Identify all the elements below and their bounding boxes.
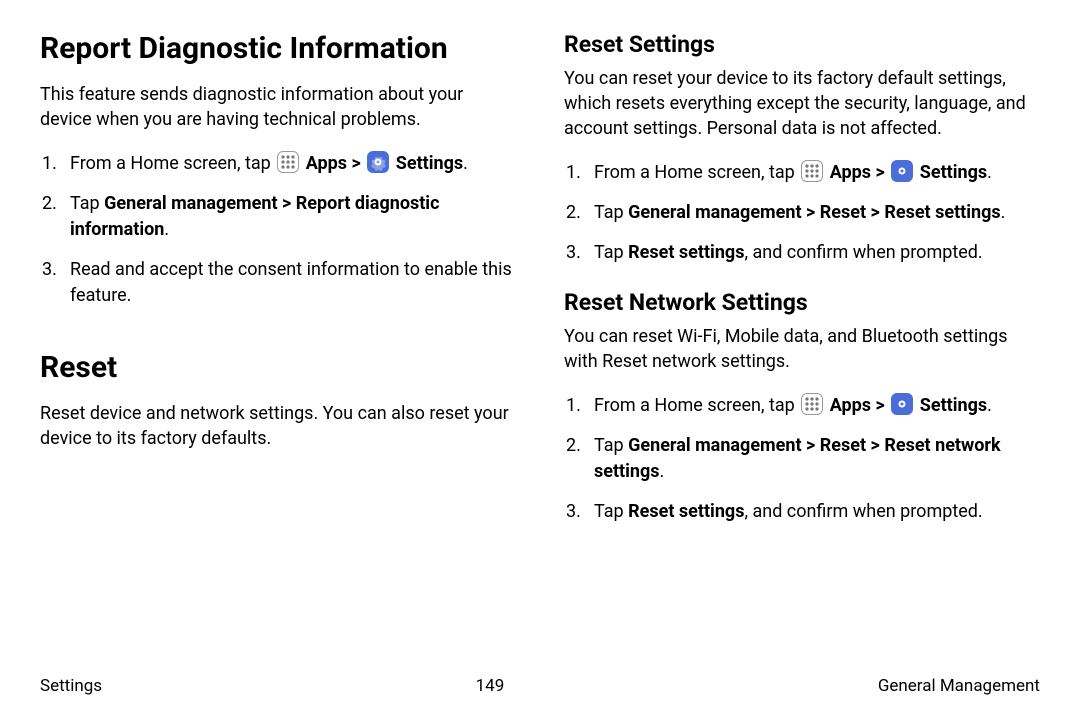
steps-report-diagnostic: From a Home screen, tap Apps > Settings.… (40, 151, 516, 309)
step-text: , and confirm when prompted. (744, 242, 982, 263)
footer-section: Settings (40, 676, 102, 696)
step-text: Tap (594, 435, 628, 456)
step-item: Tap General management > Reset > Reset s… (564, 200, 1040, 226)
step-bold: General management > Reset > Reset netwo… (594, 435, 1001, 482)
heading-reset: Reset (40, 351, 516, 384)
step-bold: Apps (830, 395, 871, 416)
paragraph: Reset device and network settings. You c… (40, 402, 516, 452)
step-text: Tap (70, 193, 104, 214)
step-item: Tap Reset settings, and confirm when pro… (564, 499, 1040, 525)
steps-reset-settings: From a Home screen, tap Apps > Settings.… (564, 160, 1040, 266)
step-bold: Settings (920, 395, 987, 416)
step-text: Tap (594, 242, 628, 263)
paragraph: This feature sends diagnostic informatio… (40, 83, 516, 133)
settings-icon (367, 151, 389, 173)
step-text: From a Home screen, tap (594, 162, 799, 183)
right-column: Reset Settings You can reset your device… (564, 32, 1040, 549)
apps-icon (801, 393, 823, 415)
paragraph: You can reset your device to its factory… (564, 67, 1040, 141)
settings-icon (891, 393, 913, 415)
step-bold: Apps (306, 153, 347, 174)
two-column-layout: Report Diagnostic Information This featu… (40, 32, 1040, 549)
step-item: From a Home screen, tap Apps > Settings. (564, 393, 1040, 419)
apps-icon (801, 160, 823, 182)
step-item: Tap General management > Reset > Reset n… (564, 433, 1040, 485)
step-bold: Settings (396, 153, 463, 174)
step-separator: > (347, 153, 365, 174)
step-text: . (660, 461, 665, 482)
step-bold: General management > Report diagnostic i… (70, 193, 439, 240)
step-bold: General management > Reset > Reset setti… (628, 202, 1001, 223)
step-bold: Settings (920, 162, 987, 183)
step-text: , and confirm when prompted. (744, 501, 982, 522)
step-text: . (987, 162, 992, 183)
step-text: . (987, 395, 992, 416)
step-text: . (463, 153, 468, 174)
step-text: . (1001, 202, 1006, 223)
heading-reset-network: Reset Network Settings (564, 290, 1040, 315)
page-footer: Settings 149 General Management (40, 676, 1040, 696)
left-column: Report Diagnostic Information This featu… (40, 32, 516, 549)
step-bold: Reset settings (628, 501, 744, 522)
step-text: From a Home screen, tap (594, 395, 799, 416)
heading-reset-settings: Reset Settings (564, 32, 1040, 57)
step-item: Tap Reset settings, and confirm when pro… (564, 240, 1040, 266)
step-item: Tap General management > Report diagnost… (40, 191, 516, 243)
step-item: Read and accept the consent information … (40, 257, 516, 309)
step-text: Tap (594, 202, 628, 223)
footer-page-number: 149 (476, 676, 505, 696)
paragraph: You can reset Wi-Fi, Mobile data, and Bl… (564, 325, 1040, 375)
step-bold: Apps (830, 162, 871, 183)
step-bold: Reset settings (628, 242, 744, 263)
step-item: From a Home screen, tap Apps > Settings. (40, 151, 516, 177)
footer-chapter: General Management (878, 676, 1040, 696)
step-text: Tap (594, 501, 628, 522)
apps-icon (277, 151, 299, 173)
settings-icon (891, 160, 913, 182)
step-item: From a Home screen, tap Apps > Settings. (564, 160, 1040, 186)
steps-reset-network: From a Home screen, tap Apps > Settings.… (564, 393, 1040, 525)
step-text: . (164, 219, 169, 240)
heading-report-diagnostic: Report Diagnostic Information (40, 32, 516, 65)
step-separator: > (871, 162, 889, 183)
step-separator: > (871, 395, 889, 416)
step-text: From a Home screen, tap (70, 153, 275, 174)
